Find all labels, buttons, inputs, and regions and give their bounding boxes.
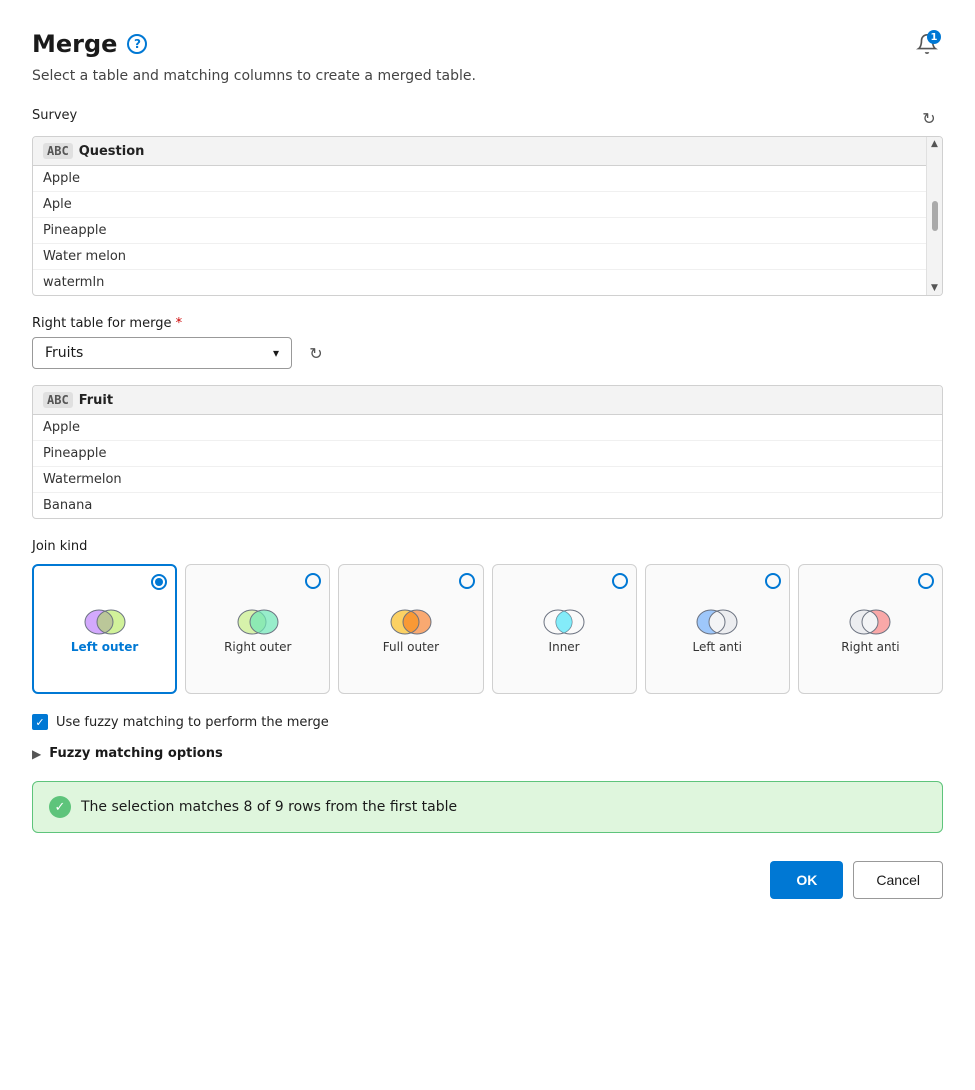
join-inner[interactable]: Inner [492,564,637,694]
cancel-button[interactable]: Cancel [853,861,943,899]
right-table-refresh-icon[interactable]: ↻ [302,339,330,367]
scroll-thumb [932,201,938,231]
subtitle: Select a table and matching columns to c… [32,68,943,84]
table-row[interactable]: Water melon [33,244,942,270]
chevron-down-icon: ▾ [273,346,279,360]
table-row[interactable]: Apple [33,415,942,441]
table-row[interactable]: Apple [33,166,942,192]
join-kind-options: Left outer Right outer Full outer In [32,564,943,694]
ok-button[interactable]: OK [770,861,843,899]
table-row[interactable]: Pineapple [33,441,942,467]
right-table-label: Right table for merge * [32,316,943,331]
notification-bell-icon[interactable]: 1 [911,28,943,60]
left-table-refresh-icon[interactable]: ↻ [915,104,943,132]
radio-selected-icon [151,574,167,590]
left-table-header: ABC Question [33,137,942,166]
left-outer-venn-icon [79,604,131,640]
right-table: ABC Fruit Apple Pineapple Watermelon Ban… [32,385,943,519]
fuzzy-matching-row: ✓ Use fuzzy matching to perform the merg… [32,714,943,730]
radio-unselected-icon [305,573,321,589]
full-outer-label: Full outer [383,640,439,654]
inner-venn-icon [538,604,590,640]
join-left-anti[interactable]: Left anti [645,564,790,694]
help-icon[interactable]: ? [127,34,147,54]
dropdown-value: Fruits [45,345,83,361]
right-col-type: ABC [43,392,73,408]
right-table-header: ABC Fruit [33,386,942,415]
radio-unselected-icon [918,573,934,589]
right-outer-label: Right outer [224,640,291,654]
expand-icon: ▶ [32,747,41,761]
notification-badge: 1 [927,30,941,44]
radio-unselected-icon [459,573,475,589]
fuzzy-checkbox[interactable]: ✓ [32,714,48,730]
join-left-outer[interactable]: Left outer [32,564,177,694]
scroll-down-arrow[interactable]: ▼ [931,283,938,293]
right-table-rows: Apple Pineapple Watermelon Banana [33,415,942,518]
right-anti-label: Right anti [841,640,899,654]
table-row[interactable]: Watermelon [33,467,942,493]
left-table-label: Survey [32,108,77,123]
table-row[interactable]: Banana [33,493,942,518]
fuzzy-label: Use fuzzy matching to perform the merge [56,715,329,730]
success-bar: ✓ The selection matches 8 of 9 rows from… [32,781,943,833]
join-right-outer[interactable]: Right outer [185,564,330,694]
right-table-dropdown[interactable]: Fruits ▾ [32,337,292,369]
success-message: The selection matches 8 of 9 rows from t… [81,799,457,815]
left-table-scrollbar: ▲ ▼ [926,137,942,295]
fuzzy-options-label: Fuzzy matching options [49,746,223,761]
left-anti-venn-icon [691,604,743,640]
required-marker: * [176,316,183,331]
left-outer-label: Left outer [71,640,139,654]
success-check-icon: ✓ [49,796,71,818]
table-row[interactable]: watermln [33,270,942,295]
inner-label: Inner [549,640,580,654]
join-right-anti[interactable]: Right anti [798,564,943,694]
right-table-select-row: Fruits ▾ ↻ [32,337,943,369]
right-outer-venn-icon [232,604,284,640]
page-title: Merge [32,30,117,58]
full-outer-venn-icon [385,604,437,640]
radio-unselected-icon [612,573,628,589]
radio-unselected-icon [765,573,781,589]
table-row[interactable]: Pineapple [33,218,942,244]
footer: OK Cancel [32,861,943,899]
fuzzy-options-row[interactable]: ▶ Fuzzy matching options [32,746,943,761]
join-kind-label: Join kind [32,539,943,554]
left-col-header: Question [79,144,145,159]
left-table: ABC Question Apple Aple Pineapple Water … [32,136,943,296]
right-table-section: Right table for merge * Fruits ▾ ↻ [32,316,943,369]
left-col-type: ABC [43,143,73,159]
table-row[interactable]: Aple [33,192,942,218]
left-table-rows: Apple Aple Pineapple Water melon waterml… [33,166,942,295]
right-col-header: Fruit [79,393,113,408]
scroll-up-arrow[interactable]: ▲ [931,139,938,149]
join-full-outer[interactable]: Full outer [338,564,483,694]
right-anti-venn-icon [844,604,896,640]
left-anti-label: Left anti [693,640,742,654]
